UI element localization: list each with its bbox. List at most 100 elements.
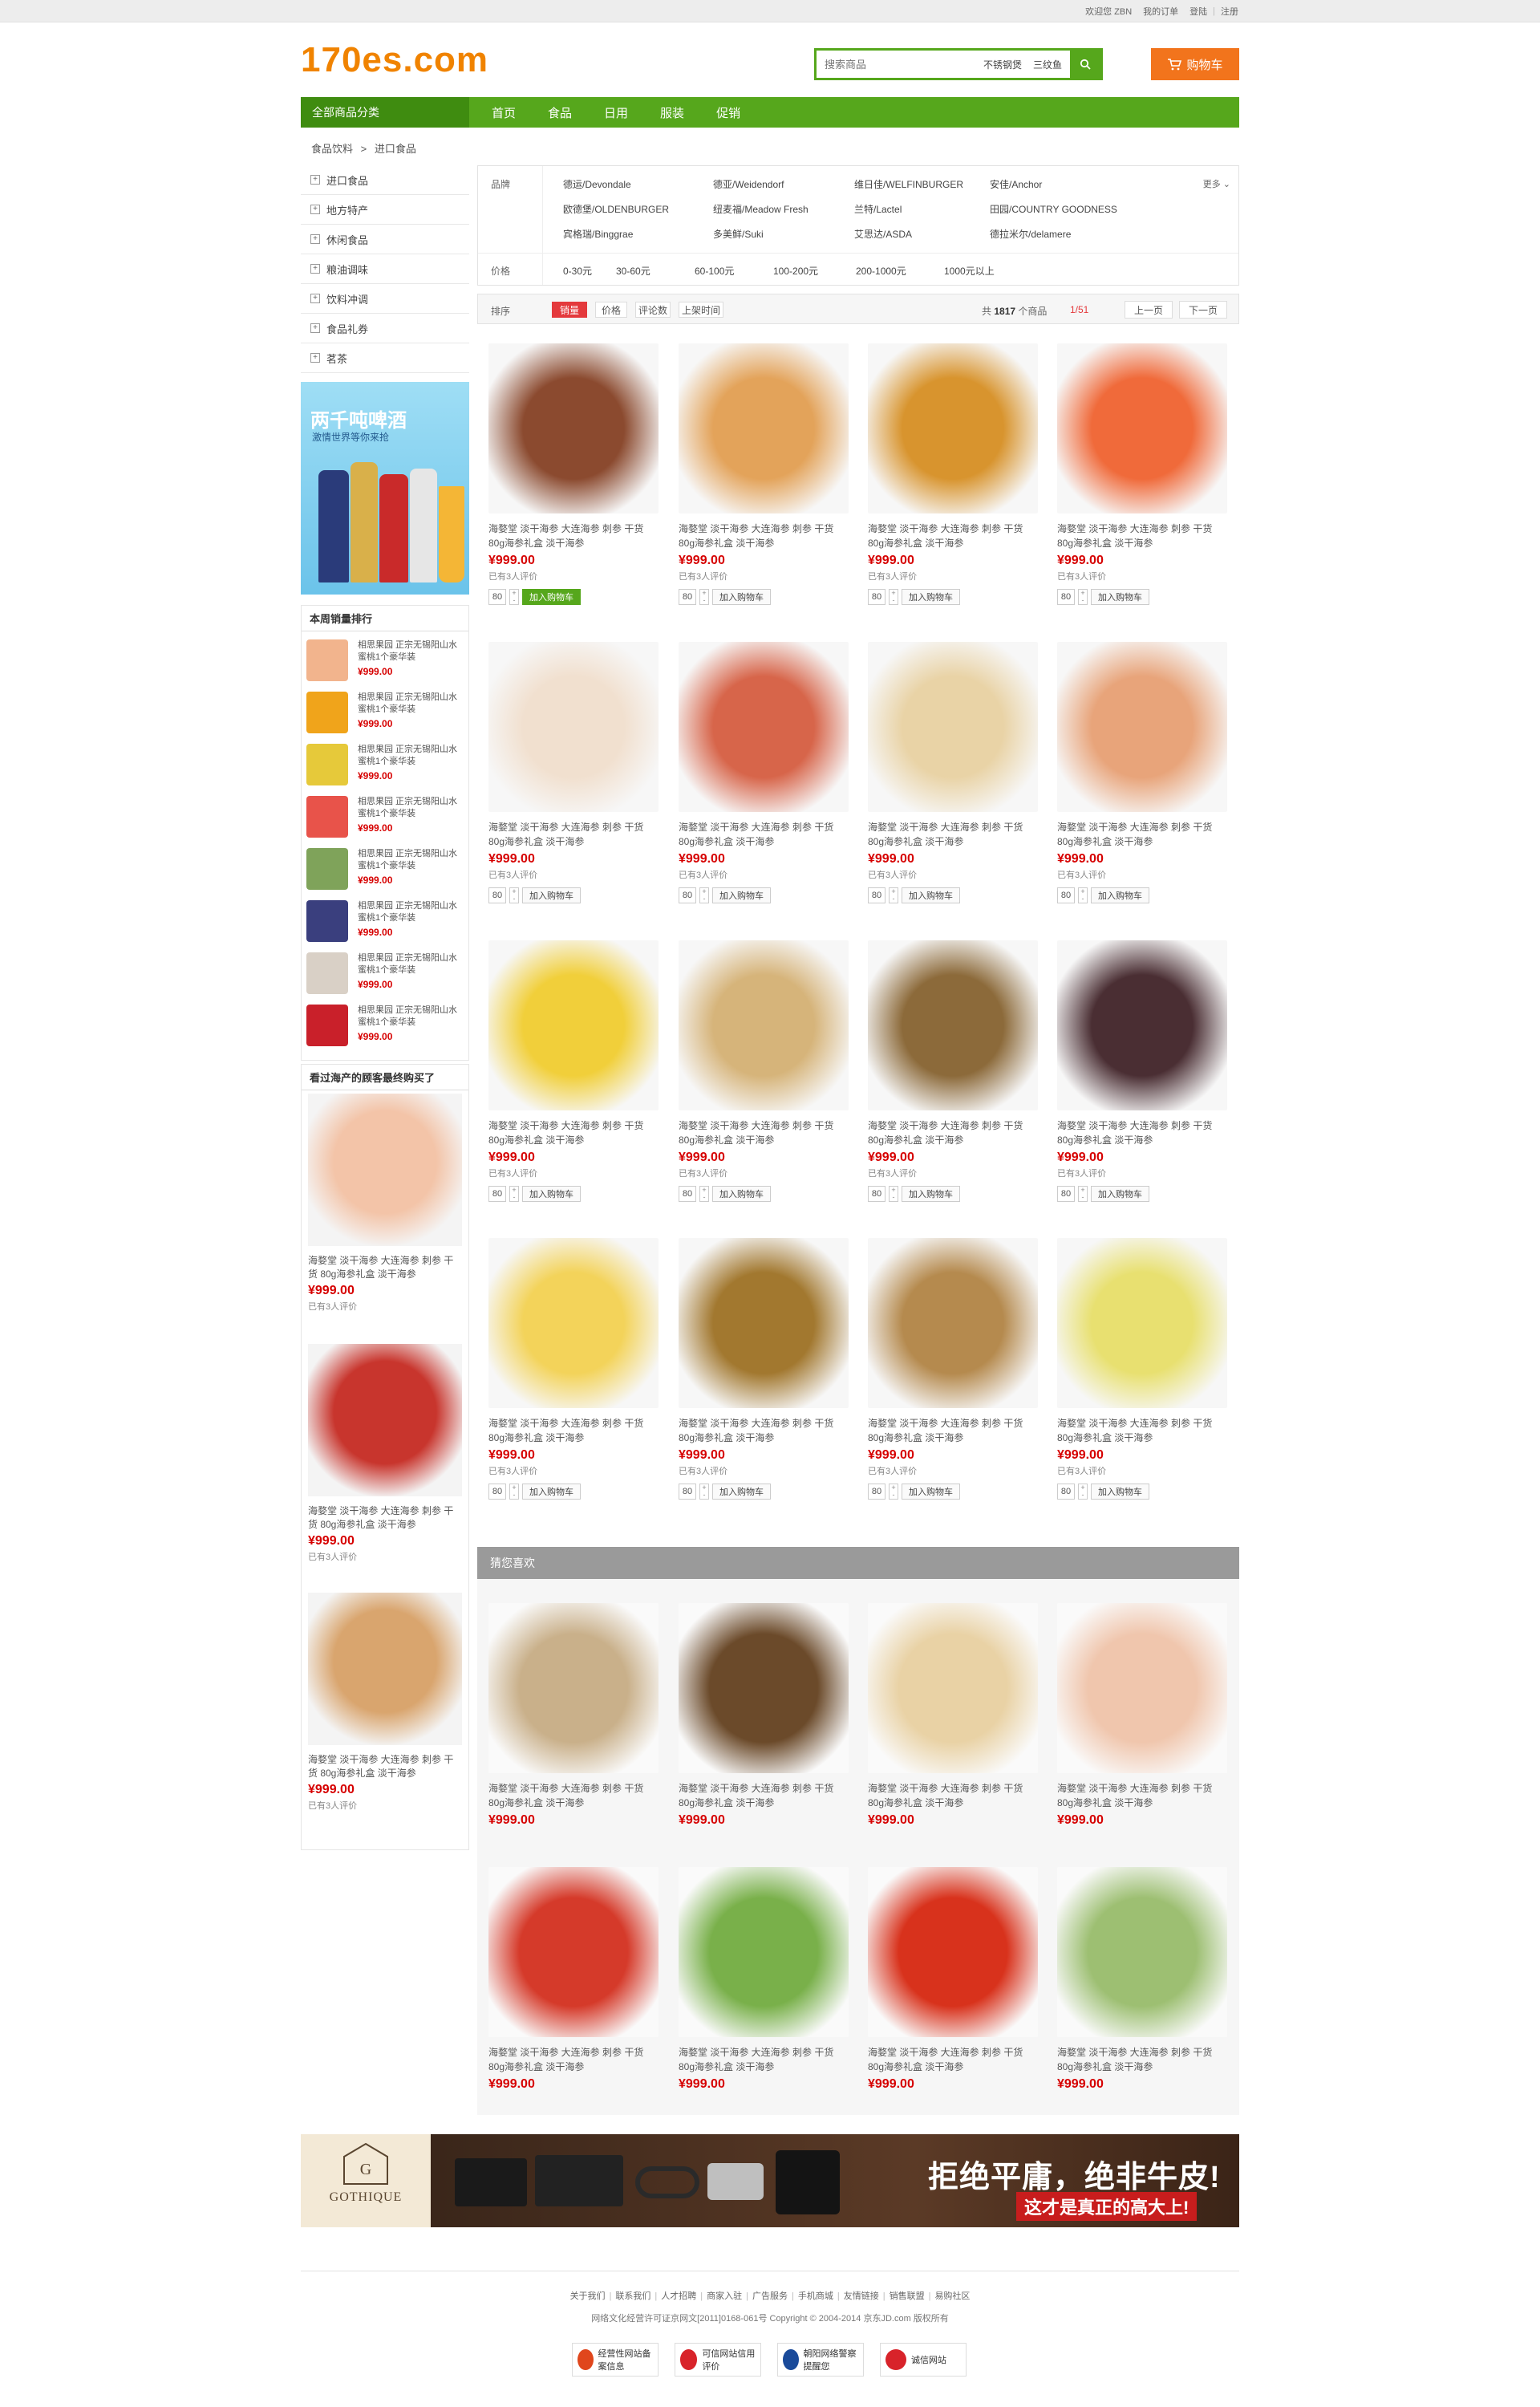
ranking-item[interactable]: 相思果园 正宗无锡阳山水蜜桃1个豪华装 ¥999.00	[306, 895, 464, 947]
price-range-option[interactable]: 200-1000元	[856, 264, 906, 278]
category-item[interactable]: + 粮油调味	[301, 254, 469, 284]
guess-product-card[interactable]: 海婺堂 淡干海参 大连海参 刺参 干货 80g海参礼盒 淡干海参 ¥999.00	[679, 1867, 849, 2092]
search-button[interactable]	[1070, 51, 1100, 78]
also-bought-item[interactable]: 海婺堂 淡干海参 大连海参 刺参 干货 80g海参礼盒 淡干海参 ¥999.00 已…	[308, 1344, 462, 1563]
quantity-stepper[interactable]: + -	[699, 1186, 709, 1202]
price-range-option[interactable]: 0-30元	[563, 264, 592, 278]
brand-option[interactable]: 德运/Devondale	[563, 177, 631, 191]
category-item[interactable]: + 进口食品	[301, 165, 469, 195]
quantity-stepper[interactable]: + -	[509, 589, 519, 605]
product-card[interactable]: 海婺堂 淡干海参 大连海参 刺参 干货 80g海参礼盒 淡干海参 ¥999.00 已…	[679, 642, 849, 903]
quantity-input[interactable]: 80	[488, 887, 506, 903]
decrement-icon[interactable]: -	[513, 895, 516, 903]
brand-option[interactable]: 艾思达/ASDA	[854, 227, 912, 241]
sort-reviews-button[interactable]: 评论数	[635, 302, 671, 318]
trust-badge[interactable]: 诚信网站	[880, 2343, 967, 2377]
product-card[interactable]: 海婺堂 淡干海参 大连海参 刺参 干货 80g海参礼盒 淡干海参 ¥999.00 已…	[868, 940, 1038, 1202]
product-card[interactable]: 海婺堂 淡干海参 大连海参 刺参 干货 80g海参礼盒 淡干海参 ¥999.00 已…	[679, 343, 849, 605]
decrement-icon[interactable]: -	[513, 1492, 516, 1499]
product-card[interactable]: 海婺堂 淡干海参 大连海参 刺参 干货 80g海参礼盒 淡干海参 ¥999.00 已…	[1057, 642, 1227, 903]
quantity-stepper[interactable]: + -	[1078, 1484, 1088, 1500]
product-card[interactable]: 海婺堂 淡干海参 大连海参 刺参 干货 80g海参礼盒 淡干海参 ¥999.00 已…	[868, 1238, 1038, 1500]
guess-product-card[interactable]: 海婺堂 淡干海参 大连海参 刺参 干货 80g海参礼盒 淡干海参 ¥999.00	[868, 1603, 1038, 1828]
all-categories-button[interactable]: 全部商品分类	[301, 97, 469, 128]
search-input[interactable]	[817, 51, 983, 78]
quantity-input[interactable]: 80	[868, 1186, 886, 1202]
ranking-item[interactable]: 相思果园 正宗无锡阳山水蜜桃1个豪华装 ¥999.00	[306, 687, 464, 738]
decrement-icon[interactable]: -	[513, 1194, 516, 1201]
add-to-cart-button[interactable]: 加入购物车	[1091, 1484, 1149, 1500]
guess-product-card[interactable]: 海婺堂 淡干海参 大连海参 刺参 干货 80g海参礼盒 淡干海参 ¥999.00	[1057, 1603, 1227, 1828]
also-bought-item[interactable]: 海婺堂 淡干海参 大连海参 刺参 干货 80g海参礼盒 淡干海参 ¥999.00 已…	[308, 1593, 462, 1812]
brand-option[interactable]: 田园/COUNTRY GOODNESS	[990, 202, 1117, 216]
breadcrumb-root[interactable]: 食品饮料	[311, 143, 353, 155]
decrement-icon[interactable]: -	[893, 1194, 895, 1201]
footer-link[interactable]: 友情链接	[844, 2291, 879, 2301]
decrement-icon[interactable]: -	[703, 895, 706, 903]
brand-option[interactable]: 宾格瑞/Binggrae	[563, 227, 633, 241]
site-logo[interactable]: 170es.com	[301, 40, 488, 80]
quantity-input[interactable]: 80	[868, 589, 886, 605]
decrement-icon[interactable]: -	[1082, 597, 1084, 604]
add-to-cart-button[interactable]: 加入购物车	[522, 887, 581, 903]
product-card[interactable]: 海婺堂 淡干海参 大连海参 刺参 干货 80g海参礼盒 淡干海参 ¥999.00 已…	[488, 940, 659, 1202]
quantity-stepper[interactable]: + -	[699, 887, 709, 903]
footer-link[interactable]: 联系我们	[615, 2291, 650, 2301]
guess-product-card[interactable]: 海婺堂 淡干海参 大连海参 刺参 干货 80g海参礼盒 淡干海参 ¥999.00	[1057, 1867, 1227, 2092]
trust-badge[interactable]: 朝阳网络警察提醒您	[777, 2343, 864, 2377]
quantity-stepper[interactable]: + -	[889, 589, 898, 605]
quantity-stepper[interactable]: + -	[1078, 589, 1088, 605]
product-card[interactable]: 海婺堂 淡干海参 大连海参 刺参 干货 80g海参礼盒 淡干海参 ¥999.00 已…	[1057, 1238, 1227, 1500]
add-to-cart-button[interactable]: 加入购物车	[902, 887, 960, 903]
brand-option[interactable]: 维日佳/WELFINBURGER	[854, 177, 963, 191]
quantity-input[interactable]: 80	[868, 1484, 886, 1500]
quantity-stepper[interactable]: + -	[1078, 887, 1088, 903]
price-range-option[interactable]: 100-200元	[773, 264, 818, 278]
product-card[interactable]: 海婺堂 淡干海参 大连海参 刺参 干货 80g海参礼盒 淡干海参 ¥999.00 已…	[488, 343, 659, 605]
decrement-icon[interactable]: -	[1082, 1194, 1084, 1201]
hot-keyword[interactable]: 三纹鱼	[1033, 58, 1062, 71]
trust-badge[interactable]: 经营性网站备案信息	[572, 2343, 659, 2377]
quantity-stepper[interactable]: + -	[889, 1484, 898, 1500]
decrement-icon[interactable]: -	[513, 597, 516, 604]
sort-sales-button[interactable]: 销量	[552, 302, 587, 318]
quantity-input[interactable]: 80	[1057, 1186, 1075, 1202]
ranking-item[interactable]: 相思果园 正宗无锡阳山水蜜桃1个豪华装 ¥999.00	[306, 948, 464, 999]
cart-button[interactable]: 购物车	[1151, 48, 1239, 80]
decrement-icon[interactable]: -	[893, 895, 895, 903]
quantity-input[interactable]: 80	[679, 1484, 696, 1500]
trust-badge[interactable]: 可信网站信用评价	[675, 2343, 761, 2377]
brand-option[interactable]: 欧德堡/OLDENBURGER	[563, 202, 669, 216]
nav-item-promo[interactable]: 促销	[700, 104, 756, 121]
decrement-icon[interactable]: -	[1082, 895, 1084, 903]
guess-product-card[interactable]: 海婺堂 淡干海参 大连海参 刺参 干货 80g海参礼盒 淡干海参 ¥999.00	[868, 1867, 1038, 2092]
ranking-item[interactable]: 相思果园 正宗无锡阳山水蜜桃1个豪华装 ¥999.00	[306, 739, 464, 790]
brand-option[interactable]: 多美鲜/Suki	[713, 227, 764, 241]
nav-item-home[interactable]: 首页	[476, 104, 532, 121]
more-brands-button[interactable]: 更多 ⌄	[1203, 177, 1230, 190]
category-item[interactable]: + 饮料冲调	[301, 284, 469, 314]
my-orders-link[interactable]: 我的订单	[1137, 5, 1184, 18]
quantity-stepper[interactable]: + -	[509, 1186, 519, 1202]
price-range-option[interactable]: 30-60元	[616, 264, 650, 278]
quantity-input[interactable]: 80	[488, 589, 506, 605]
footer-link[interactable]: 广告服务	[752, 2291, 788, 2301]
add-to-cart-button[interactable]: 加入购物车	[522, 1484, 581, 1500]
product-card[interactable]: 海婺堂 淡干海参 大连海参 刺参 干货 80g海参礼盒 淡干海参 ¥999.00 已…	[868, 642, 1038, 903]
sort-newest-button[interactable]: 上架时间	[679, 302, 723, 318]
brand-option[interactable]: 纽麦福/Meadow Fresh	[713, 202, 808, 216]
decrement-icon[interactable]: -	[1082, 1492, 1084, 1499]
quantity-stepper[interactable]: + -	[509, 887, 519, 903]
quantity-stepper[interactable]: + -	[509, 1484, 519, 1500]
decrement-icon[interactable]: -	[893, 1492, 895, 1499]
product-card[interactable]: 海婺堂 淡干海参 大连海参 刺参 干货 80g海参礼盒 淡干海参 ¥999.00 已…	[1057, 940, 1227, 1202]
guess-product-card[interactable]: 海婺堂 淡干海参 大连海参 刺参 干货 80g海参礼盒 淡干海参 ¥999.00	[488, 1603, 659, 1828]
category-item[interactable]: + 食品礼券	[301, 314, 469, 343]
brand-option[interactable]: 兰特/Lactel	[854, 202, 902, 216]
quantity-input[interactable]: 80	[488, 1484, 506, 1500]
add-to-cart-button[interactable]: 加入购物车	[902, 1484, 960, 1500]
prev-page-button[interactable]: 上一页	[1125, 301, 1173, 319]
sort-price-button[interactable]: 价格	[595, 302, 627, 318]
nav-item-food[interactable]: 食品	[532, 104, 588, 121]
footer-link[interactable]: 手机商城	[798, 2291, 833, 2301]
